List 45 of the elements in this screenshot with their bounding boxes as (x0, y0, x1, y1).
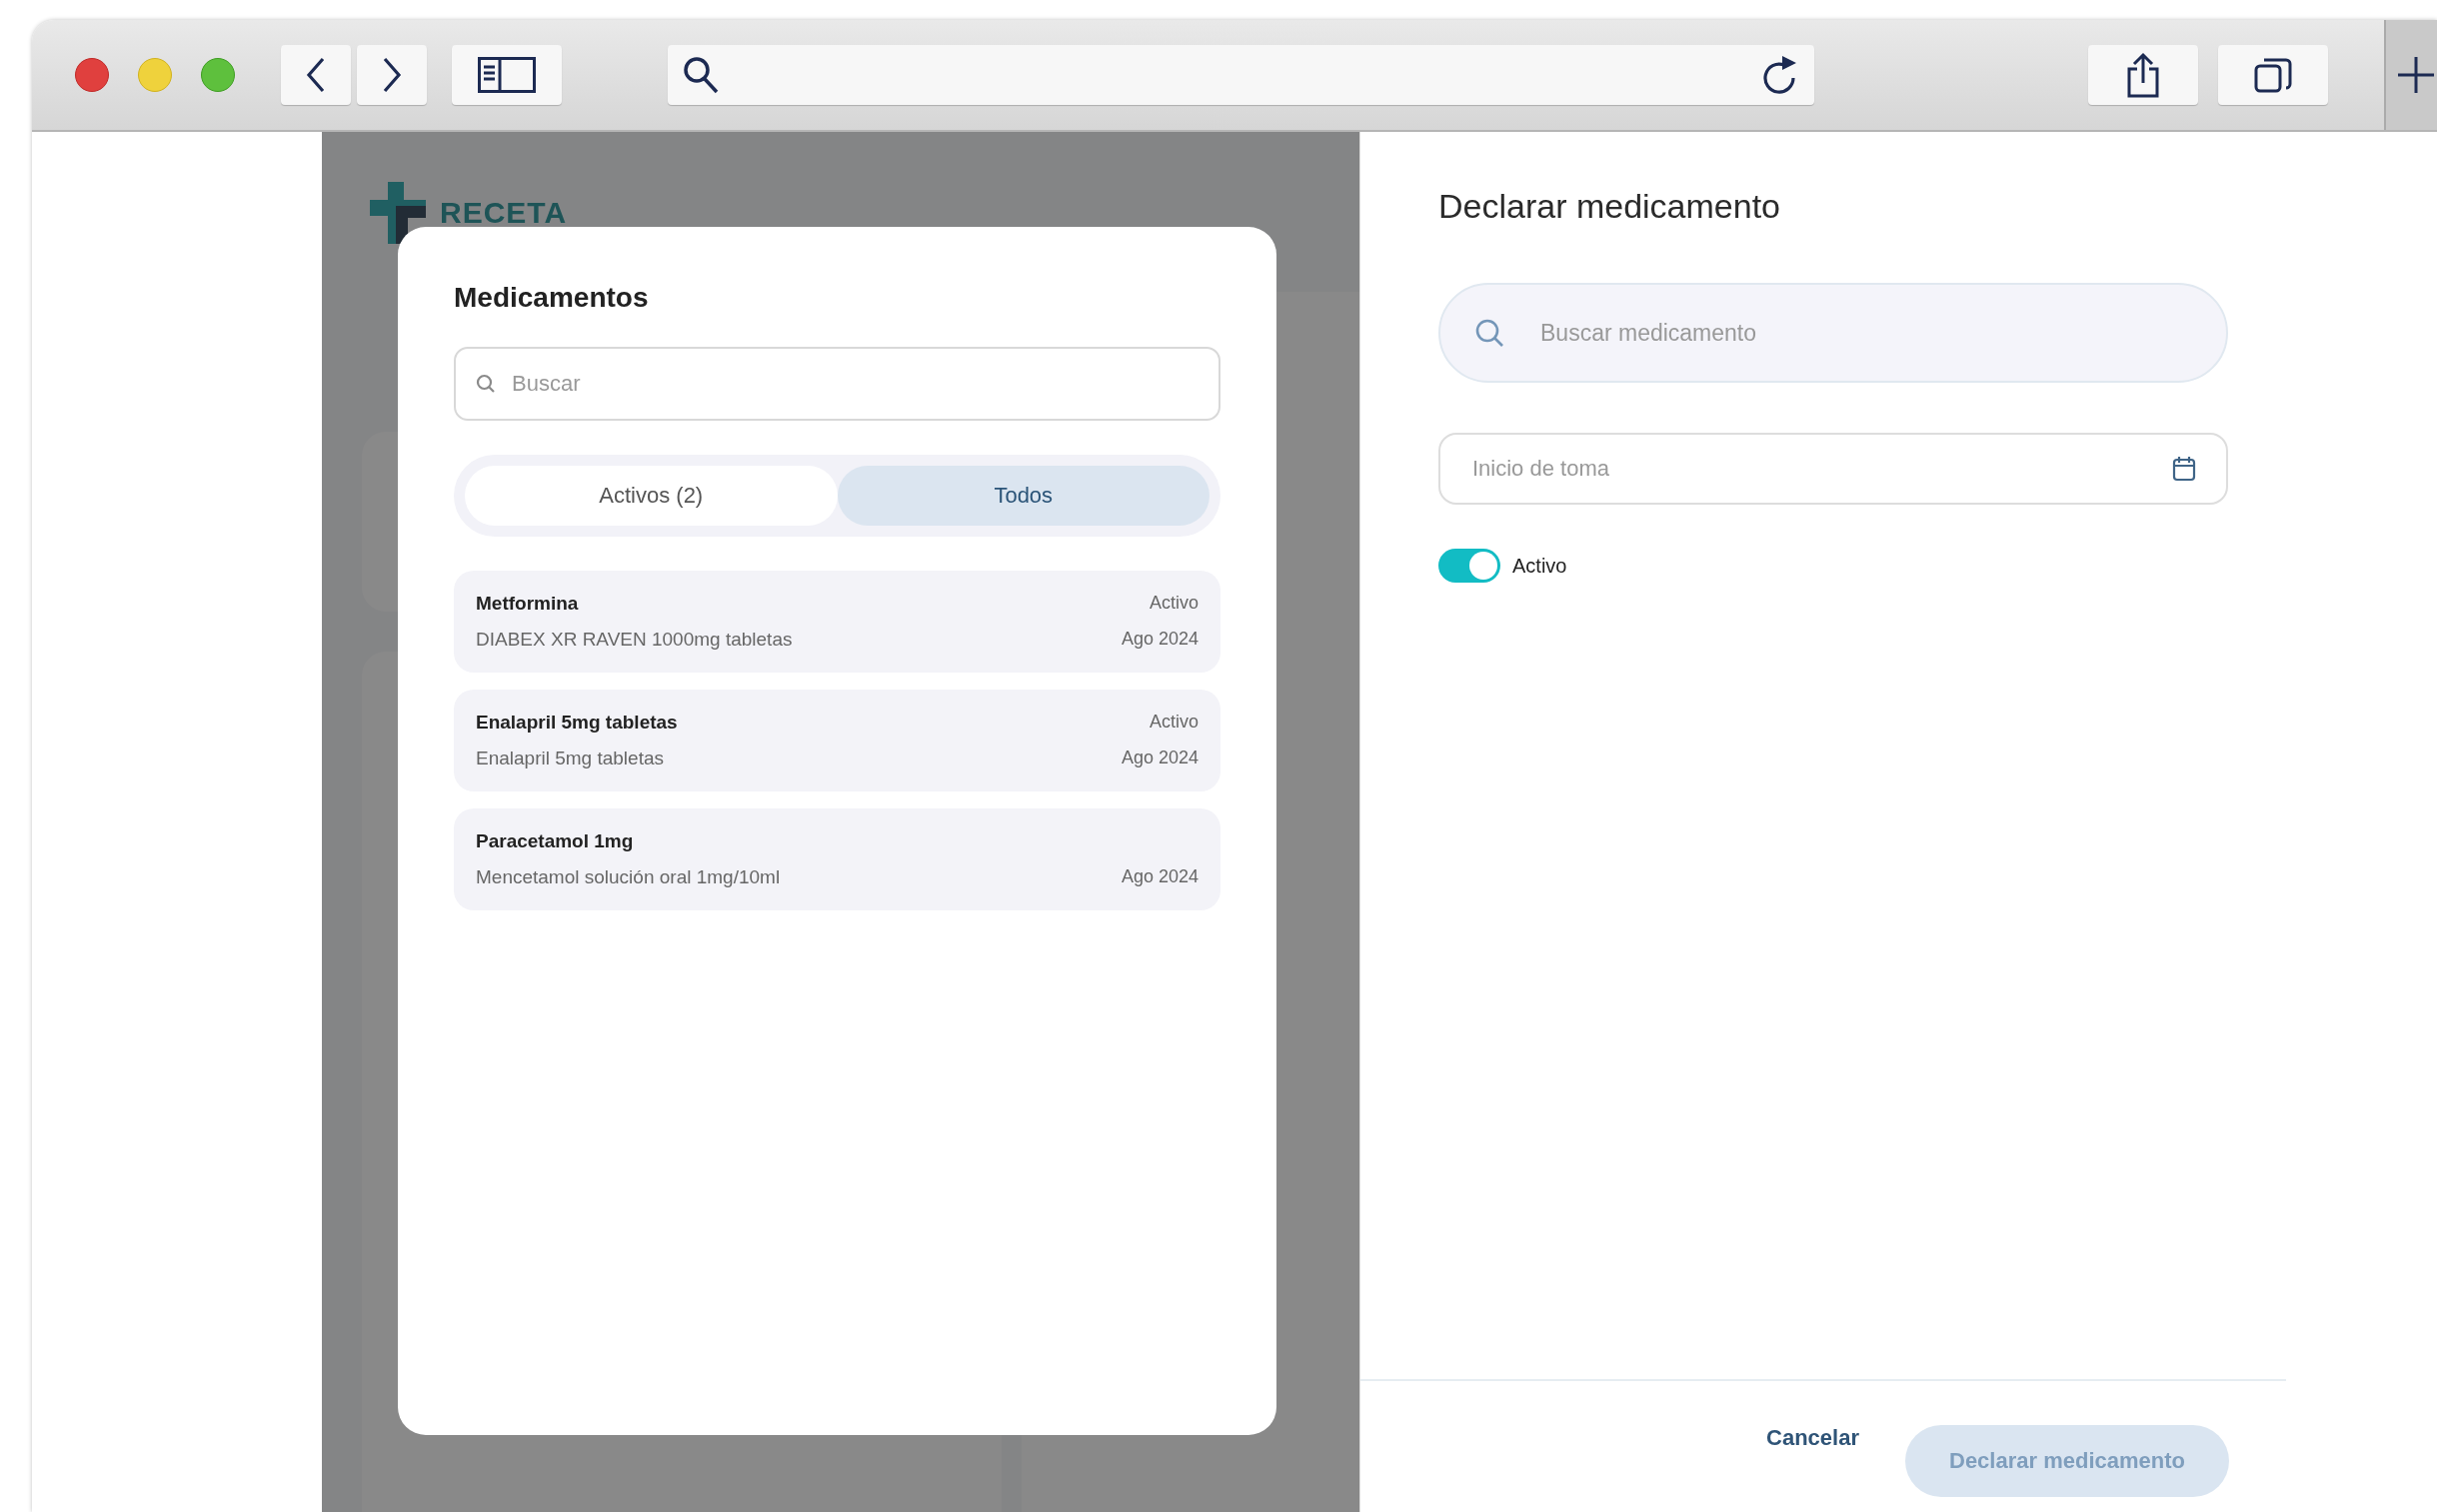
toggle-switch[interactable] (1438, 549, 1500, 583)
forward-icon (382, 57, 402, 93)
back-icon (306, 57, 326, 93)
medication-description: Mencetamol solución oral 1mg/10ml (476, 866, 782, 888)
status-label: Activo (1149, 712, 1199, 734)
medication-card[interactable]: Metformina Activo DIABEX XR RAVEN 1000mg tabletas Ago 2024 (454, 571, 1220, 673)
medication-name: Paracetamol 1mg (476, 830, 635, 852)
status-label: Activo (1149, 593, 1199, 615)
toggle-label: Activo (1512, 554, 1567, 578)
date-label: Ago 2024 (1121, 629, 1199, 651)
date-field[interactable]: Inicio de toma (1438, 433, 2228, 505)
medication-name: Metformina (476, 593, 580, 615)
search-input[interactable]: Buscar (510, 370, 1199, 398)
tabs-button[interactable] (2218, 45, 2328, 105)
calendar-icon (2172, 456, 2196, 482)
back-button[interactable] (281, 45, 351, 105)
filter-tab[interactable]: Todos (837, 466, 1210, 526)
close-button[interactable] (75, 58, 109, 92)
sidebar-icon (478, 57, 536, 93)
share-button[interactable] (2088, 45, 2198, 105)
search-field[interactable]: Buscar (454, 347, 1220, 421)
tabs-icon (2254, 57, 2292, 93)
date-label: Ago 2024 (1121, 866, 1199, 888)
medication-description: DIABEX XR RAVEN 1000mg tabletas (476, 629, 794, 651)
forward-button[interactable] (357, 45, 427, 105)
search-icon (476, 374, 496, 394)
filter-tab[interactable]: Activos (2) (465, 466, 838, 526)
share-icon (2126, 52, 2160, 98)
cancel-button[interactable]: Cancelar (1766, 1425, 1859, 1451)
medication-description: Enalapril 5mg tabletas (476, 748, 665, 769)
new-tab-button[interactable] (2384, 20, 2437, 130)
search-field[interactable]: Buscar medicamento (1438, 283, 2228, 383)
medication-card[interactable]: Enalapril 5mg tabletas Activo Enalapril 5mg tabletas Ago 2024 (454, 690, 1220, 791)
dialog-title: Medicamentos (454, 282, 650, 314)
plus-icon (2396, 55, 2436, 95)
search-input[interactable]: Buscar medicamento (1538, 318, 2192, 348)
sidebar-button[interactable] (452, 45, 562, 105)
date-input[interactable]: Inicio de toma (1470, 455, 2172, 483)
search-icon (682, 55, 720, 95)
logo-text: RECETA (440, 198, 568, 228)
panel-title: Declarar medicamento (1438, 187, 1782, 226)
medication-name: Enalapril 5mg tabletas (476, 712, 679, 734)
search-icon (1474, 318, 1504, 348)
medication-card[interactable]: Paracetamol 1mg Mencetamol solución oral 1mg/10ml Ago 2024 (454, 808, 1220, 910)
date-label: Ago 2024 (1121, 748, 1199, 769)
